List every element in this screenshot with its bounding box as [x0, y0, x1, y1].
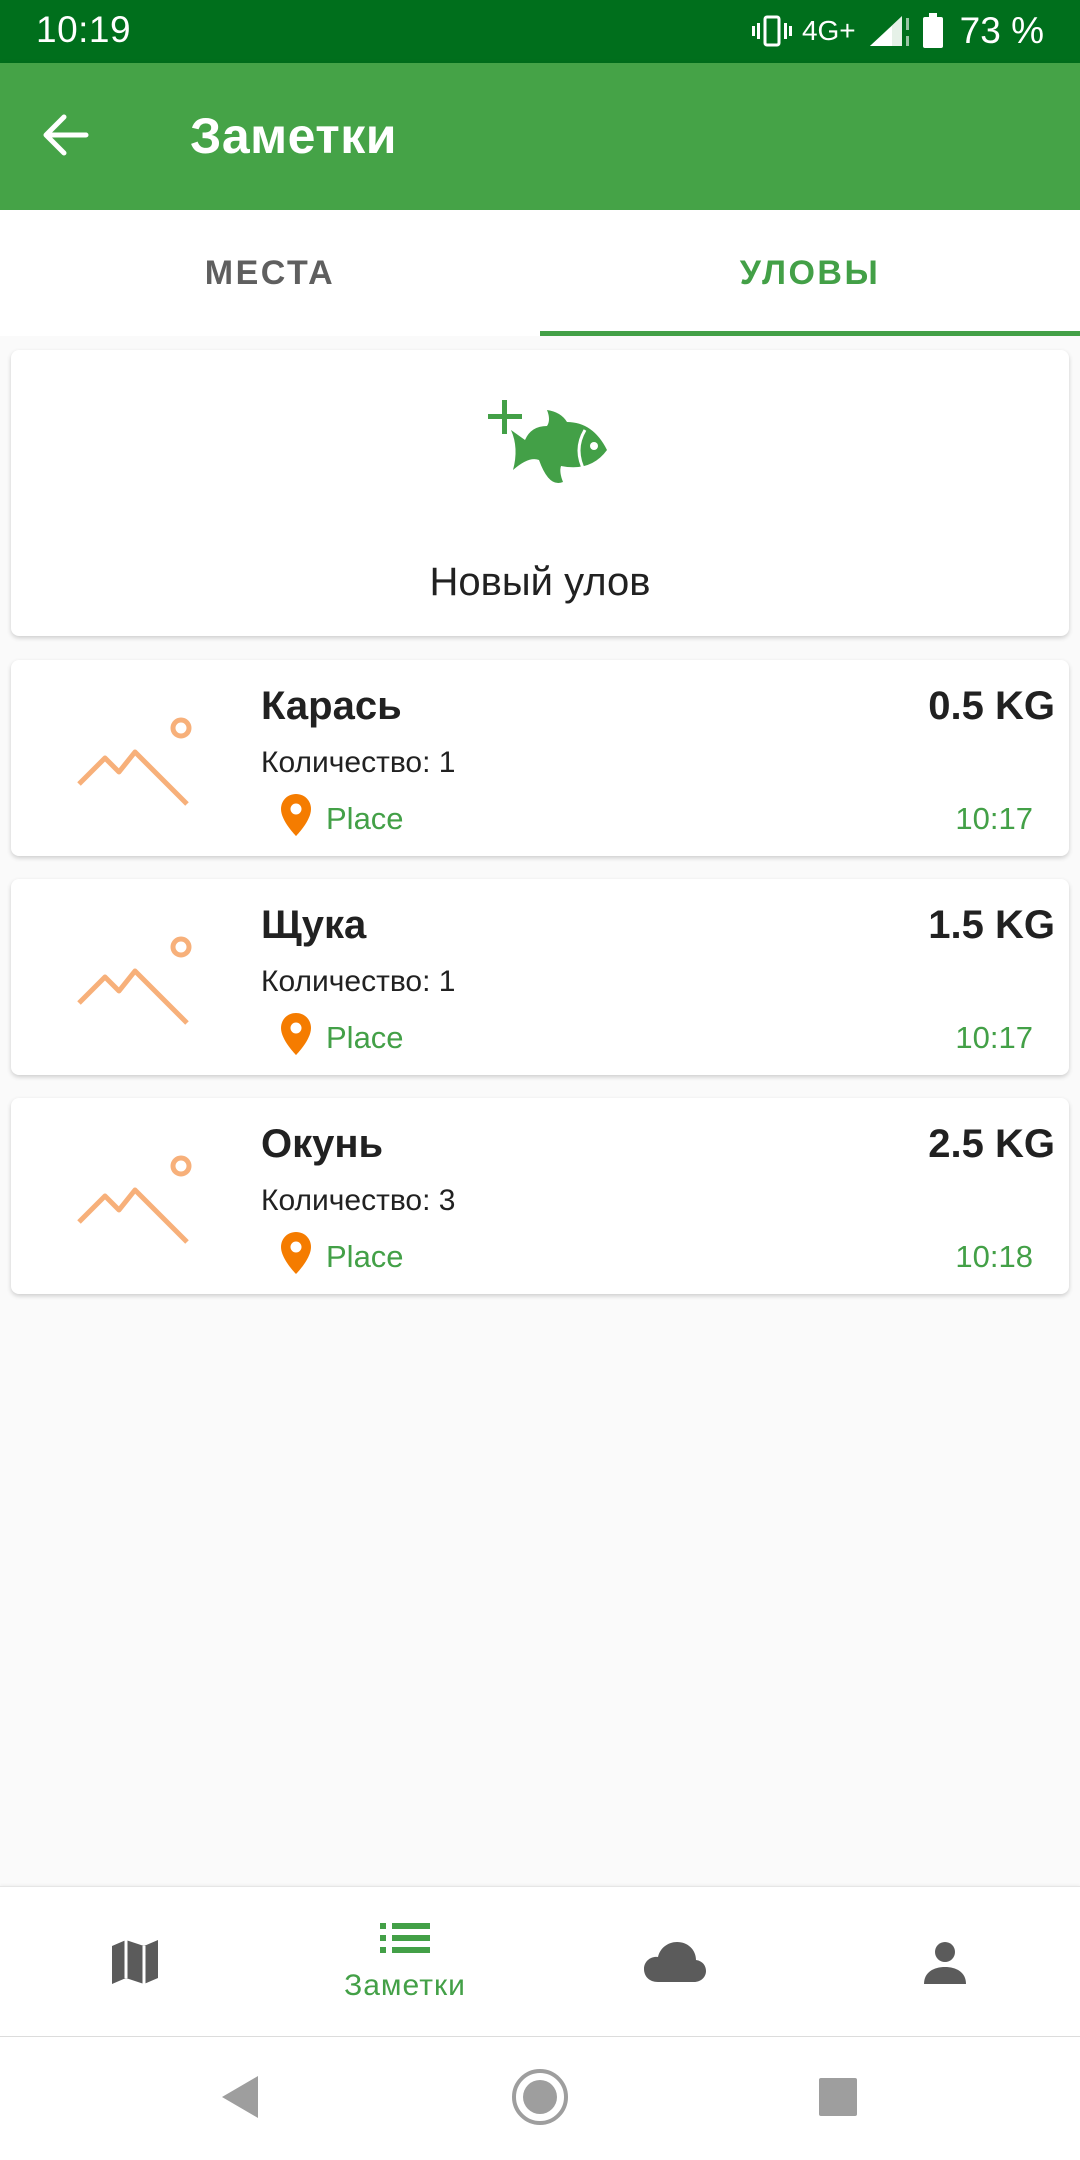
catch-quantity: Количество: 1: [261, 746, 456, 779]
system-recents-button[interactable]: [808, 2069, 868, 2129]
system-back-button[interactable]: [210, 2069, 270, 2129]
battery-percent: 73 %: [959, 10, 1044, 51]
location-pin-icon: [279, 792, 313, 838]
catch-place[interactable]: Place: [326, 1239, 404, 1275]
vibrate-icon: [751, 13, 792, 49]
network-type: 4G+: [801, 15, 856, 46]
tab-bar: МЕСТА УЛОВЫ: [0, 210, 1080, 336]
catch-quantity: Количество: 1: [261, 965, 456, 998]
catch-time: 10:18: [955, 1239, 1033, 1274]
page-title: Заметки: [190, 108, 398, 164]
catch-weight: 0.5 KG: [928, 684, 1055, 728]
nav-notes-label: Заметки: [344, 1968, 466, 2002]
catch-item[interactable]: Карась 0.5 KG Количество: 1 Place 10:17: [11, 660, 1069, 856]
catch-name: Окунь: [261, 1122, 384, 1166]
tab-places[interactable]: МЕСТА: [0, 210, 540, 336]
bottom-navigation: Заметки: [0, 1886, 1080, 2036]
tab-catches-label: УЛОВЫ: [739, 253, 881, 292]
catch-name: Карась: [261, 684, 402, 728]
catch-weight: 2.5 KG: [928, 1122, 1055, 1166]
notes-list-icon: [380, 1921, 430, 1955]
catches-list: Новый улов Карась 0.5 KG Количество: 1 P…: [0, 336, 1080, 1886]
catch-quantity: Количество: 3: [261, 1184, 456, 1217]
map-icon: [110, 1938, 160, 1986]
catch-item[interactable]: Окунь 2.5 KG Количество: 3 Place 10:18: [11, 1098, 1069, 1294]
nav-cloud[interactable]: [540, 1887, 810, 2036]
arrow-left-icon: [42, 113, 90, 162]
tab-catches[interactable]: УЛОВЫ: [540, 210, 1080, 336]
system-home-button[interactable]: [510, 2067, 570, 2132]
location-pin-icon: [279, 1011, 313, 1057]
catch-weight: 1.5 KG: [928, 903, 1055, 947]
image-placeholder-icon: [75, 698, 195, 808]
app-bar: Заметки: [0, 63, 1080, 210]
image-placeholder-icon: [75, 917, 195, 1027]
nav-notes[interactable]: Заметки: [270, 1887, 540, 2036]
cloud-icon: [642, 1940, 708, 1984]
catch-item[interactable]: Щука 1.5 KG Количество: 1 Place 10:17: [11, 879, 1069, 1075]
nav-profile[interactable]: [810, 1887, 1080, 2036]
battery-icon: [922, 13, 944, 49]
location-pin-icon: [279, 1230, 313, 1276]
catch-place[interactable]: Place: [326, 1020, 404, 1056]
person-icon: [922, 1940, 968, 1984]
new-catch-card[interactable]: Новый улов: [11, 350, 1069, 636]
image-placeholder-icon: [75, 1136, 195, 1246]
catch-time: 10:17: [955, 801, 1033, 836]
triangle-back-icon: [218, 2074, 262, 2125]
new-catch-label: Новый улов: [429, 560, 651, 604]
system-navigation: [0, 2036, 1080, 2160]
back-button[interactable]: [36, 107, 96, 167]
catch-name: Щука: [261, 903, 367, 947]
catch-place[interactable]: Place: [326, 801, 404, 837]
status-time: 10:19: [36, 9, 132, 50]
nav-map[interactable]: [0, 1887, 270, 2036]
catch-time: 10:17: [955, 1020, 1033, 1055]
add-fish-icon: [481, 390, 611, 500]
status-icons: 4G+ 73 %: [751, 9, 1044, 53]
circle-home-icon: [510, 2067, 570, 2132]
status-bar: 10:19 4G+ 73 %: [0, 0, 1080, 63]
tab-places-label: МЕСТА: [204, 253, 336, 292]
square-recents-icon: [817, 2076, 859, 2123]
signal-icon: [868, 14, 912, 48]
